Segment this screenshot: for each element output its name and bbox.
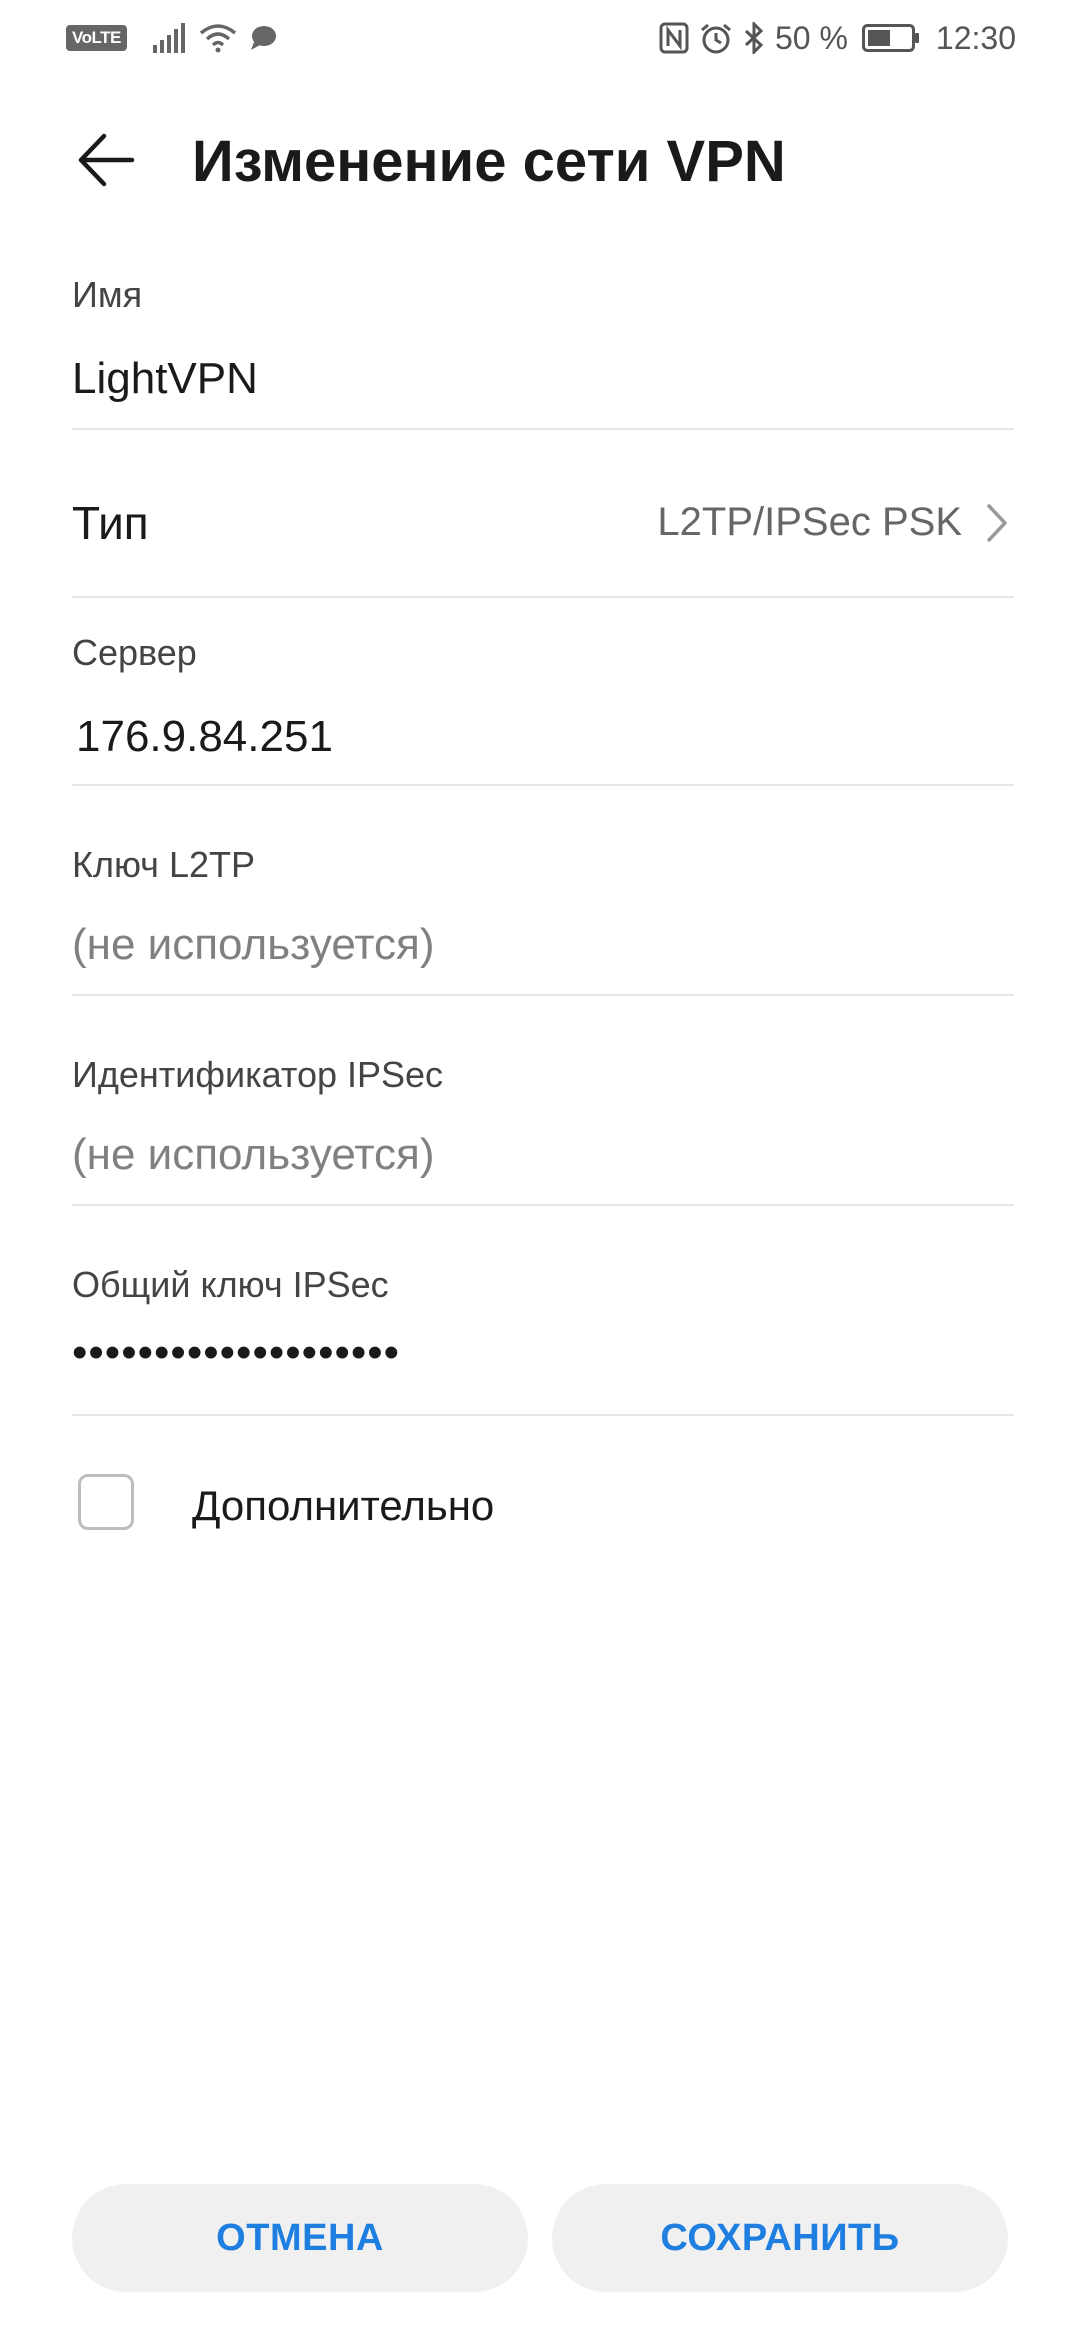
alarm-icon <box>699 22 733 54</box>
bluetooth-icon <box>743 22 765 54</box>
battery-percent: 50 % <box>774 19 848 56</box>
status-bar-left: VoLTE <box>66 20 289 56</box>
advanced-label: Дополнительно <box>192 1482 495 1529</box>
name-field[interactable]: Имя LightVPN <box>72 262 1014 430</box>
page-title: Изменение сети VPN <box>192 129 786 194</box>
server-label: Сервер <box>72 632 197 673</box>
ipsec-psk-label: Общий ключ IPSec <box>72 1264 389 1305</box>
l2tp-key-label: Ключ L2TP <box>72 844 255 885</box>
arrow-left-icon <box>76 130 136 195</box>
wifi-icon <box>199 23 237 53</box>
l2tp-key-field[interactable]: Ключ L2TP (не используется) <box>72 832 1014 996</box>
ipsec-psk-input[interactable]: •••••••••••••••••••• <box>72 1328 400 1378</box>
nfc-icon <box>659 22 689 54</box>
server-field[interactable]: Сервер 176.9.84.251 <box>72 620 1014 786</box>
volte-badge: VoLTE <box>66 25 127 51</box>
ipsec-id-field[interactable]: Идентификатор IPSec (не используется) <box>72 1042 1014 1206</box>
name-label: Имя <box>72 274 143 315</box>
save-button[interactable]: СОХРАНИТЬ <box>552 2184 1008 2292</box>
ipsec-psk-field[interactable]: Общий ключ IPSec •••••••••••••••••••• <box>72 1252 1014 1416</box>
l2tp-key-input[interactable]: (не используется) <box>72 920 434 970</box>
battery-icon <box>861 24 920 52</box>
chevron-right-icon <box>984 502 1010 549</box>
message-icon <box>249 24 277 52</box>
type-selector[interactable]: Тип L2TP/IPSec PSK <box>72 440 1014 598</box>
advanced-option[interactable]: Дополнительно <box>72 1466 772 1546</box>
clock: 12:30 <box>935 19 1016 56</box>
status-bar-right: 50 % 12:30 <box>659 18 1016 58</box>
status-bar: VoLTE 50 % 12:30 <box>0 0 1080 78</box>
signal-icon <box>152 23 187 53</box>
ipsec-id-label: Идентификатор IPSec <box>72 1054 444 1095</box>
app-header: Изменение сети VPN <box>0 100 1080 220</box>
back-button[interactable] <box>58 114 154 210</box>
type-label: Тип <box>72 497 149 549</box>
server-input[interactable]: 176.9.84.251 <box>76 712 333 762</box>
advanced-checkbox[interactable] <box>78 1474 134 1530</box>
type-value: L2TP/IPSec PSK <box>657 500 962 544</box>
name-input[interactable]: LightVPN <box>72 354 258 404</box>
cancel-button[interactable]: ОТМЕНА <box>72 2184 528 2292</box>
ipsec-id-input[interactable]: (не используется) <box>72 1130 434 1180</box>
